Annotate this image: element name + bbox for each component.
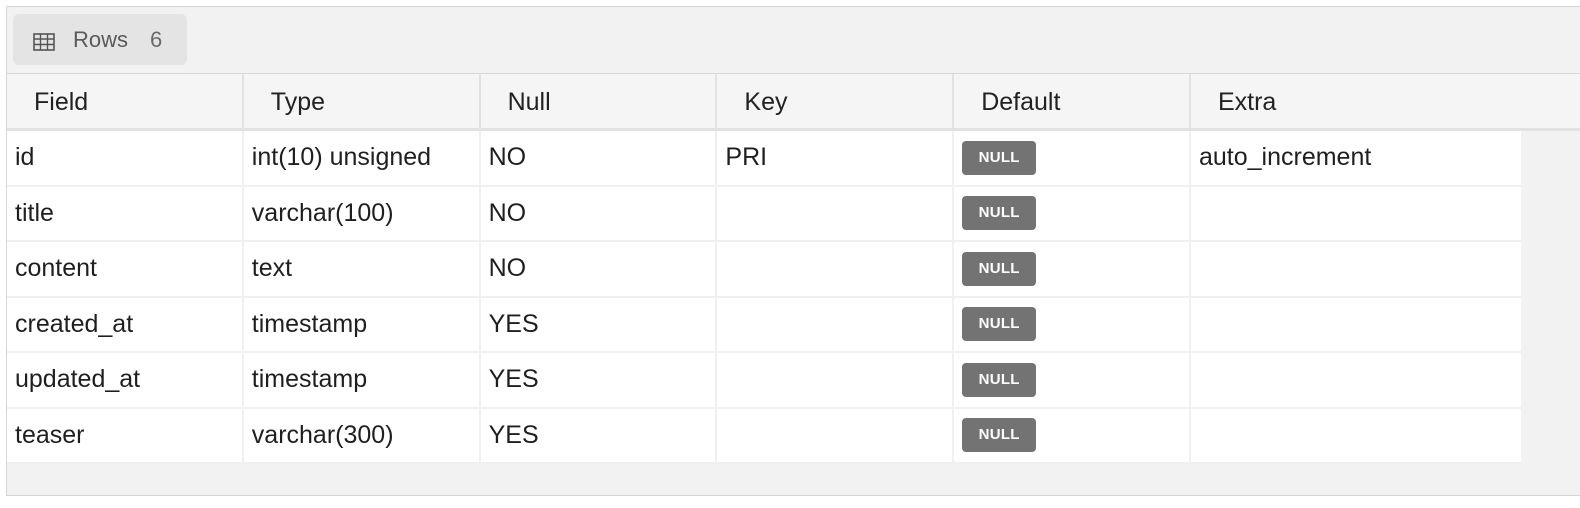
row-tail: [1520, 353, 1580, 409]
cell-type: timestamp: [243, 353, 481, 409]
cell-extra: [1190, 297, 1521, 353]
cell-key: PRI: [717, 131, 955, 187]
cell-field: id: [7, 131, 244, 187]
column-header-field[interactable]: Field: [7, 74, 244, 128]
row-tail: [1520, 242, 1580, 298]
null-badge: NULL: [962, 362, 1037, 397]
cell-type: timestamp: [243, 297, 481, 353]
table-row[interactable]: title varchar(100) NO NULL: [7, 186, 1580, 242]
cell-type: int(10) unsigned: [243, 131, 481, 187]
cell-type: varchar(300): [243, 408, 481, 464]
cell-null: YES: [480, 353, 718, 409]
cell-type: varchar(100): [243, 186, 481, 242]
cell-extra: [1190, 353, 1521, 409]
cell-extra: [1190, 408, 1521, 464]
cell-default: NULL: [954, 131, 1191, 187]
cell-type: text: [243, 242, 481, 298]
toolbar: Rows 6: [7, 7, 1580, 73]
row-tail: [1520, 297, 1580, 353]
table-grid-icon: [33, 31, 55, 51]
cell-null: YES: [480, 297, 718, 353]
rows-tab-label: Rows: [73, 26, 129, 52]
cell-default: NULL: [954, 297, 1191, 353]
table-header-row: Field Type Null Key Default Extra: [7, 73, 1580, 131]
null-badge: NULL: [962, 140, 1037, 175]
cell-field: title: [7, 186, 244, 242]
null-badge: NULL: [962, 418, 1037, 453]
cell-field: teaser: [7, 408, 244, 464]
table-row[interactable]: updated_at timestamp YES NULL: [7, 353, 1580, 409]
cell-key: [717, 186, 955, 242]
null-badge: NULL: [962, 196, 1037, 231]
cell-default: NULL: [954, 242, 1191, 298]
column-header-extra[interactable]: Extra: [1191, 74, 1580, 128]
null-badge: NULL: [962, 307, 1037, 342]
cell-null: NO: [480, 186, 718, 242]
cell-null: YES: [480, 408, 718, 464]
cell-default: NULL: [954, 408, 1191, 464]
column-header-key[interactable]: Key: [717, 74, 955, 128]
column-header-null[interactable]: Null: [481, 74, 718, 128]
cell-field: updated_at: [7, 353, 244, 409]
row-tail: [1520, 131, 1580, 187]
rows-tab[interactable]: Rows 6: [13, 14, 187, 65]
table-row[interactable]: teaser varchar(300) YES NULL: [7, 408, 1580, 464]
table-row[interactable]: content text NO NULL: [7, 242, 1580, 298]
column-header-type[interactable]: Type: [244, 74, 481, 128]
cell-key: [717, 242, 955, 298]
rows-tab-count: 6: [150, 26, 163, 52]
cell-extra: auto_increment: [1190, 131, 1521, 187]
cell-default: NULL: [954, 186, 1191, 242]
row-tail: [1520, 408, 1580, 464]
structure-panel: Rows 6 Field Type Null Key Default Extra…: [6, 6, 1580, 496]
cell-field: content: [7, 242, 244, 298]
cell-key: [717, 353, 955, 409]
cell-default: NULL: [954, 353, 1191, 409]
structure-table: Field Type Null Key Default Extra id int…: [7, 73, 1580, 464]
table-row[interactable]: created_at timestamp YES NULL: [7, 297, 1580, 353]
cell-key: [717, 408, 955, 464]
cell-field: created_at: [7, 297, 244, 353]
column-header-default[interactable]: Default: [954, 74, 1191, 128]
cell-extra: [1190, 242, 1521, 298]
cell-extra: [1190, 186, 1521, 242]
cell-null: NO: [480, 242, 718, 298]
null-badge: NULL: [962, 251, 1037, 286]
table-row[interactable]: id int(10) unsigned NO PRI NULL auto_inc…: [7, 131, 1580, 187]
row-tail: [1520, 186, 1580, 242]
cell-key: [717, 297, 955, 353]
cell-null: NO: [480, 131, 718, 187]
